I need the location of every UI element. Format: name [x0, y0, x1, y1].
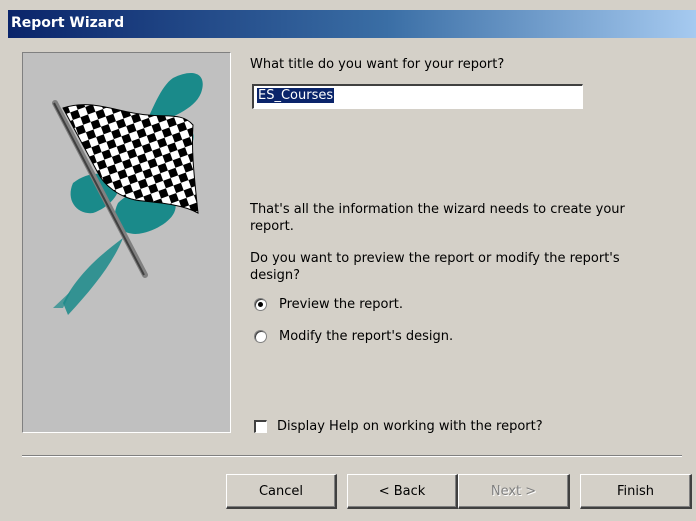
help-checkbox-label: Display Help on working with the report?	[277, 419, 543, 434]
info-text: That's all the information the wizard ne…	[250, 202, 625, 234]
radio-preview[interactable]	[254, 298, 267, 311]
back-button[interactable]: < Back	[347, 474, 458, 509]
help-checkbox-row[interactable]: Display Help on working with the report?	[254, 419, 543, 434]
wizard-picture-panel	[22, 52, 231, 433]
option-preview[interactable]: Preview the report.	[254, 297, 403, 312]
report-title-value: ES_Courses	[257, 88, 335, 103]
checkered-flag-icon	[52, 73, 203, 315]
option-modify[interactable]: Modify the report's design.	[254, 329, 453, 344]
option-preview-label: Preview the report.	[279, 297, 404, 312]
title-question: What title do you want for your report?	[250, 57, 505, 72]
cancel-button[interactable]: Cancel	[226, 474, 337, 509]
window-title: Report Wizard	[11, 15, 125, 31]
report-title-input[interactable]: ES_Courses	[252, 84, 583, 109]
separator	[22, 455, 682, 457]
title-bar[interactable]: Report Wizard	[8, 10, 696, 38]
finish-button[interactable]: Finish	[580, 474, 692, 509]
next-button[interactable]: Next >	[458, 474, 570, 509]
radio-modify[interactable]	[254, 330, 267, 343]
help-checkbox[interactable]	[254, 420, 267, 433]
option-modify-label: Modify the report's design.	[279, 329, 454, 344]
preview-question: Do you want to preview the report or mod…	[250, 251, 620, 283]
